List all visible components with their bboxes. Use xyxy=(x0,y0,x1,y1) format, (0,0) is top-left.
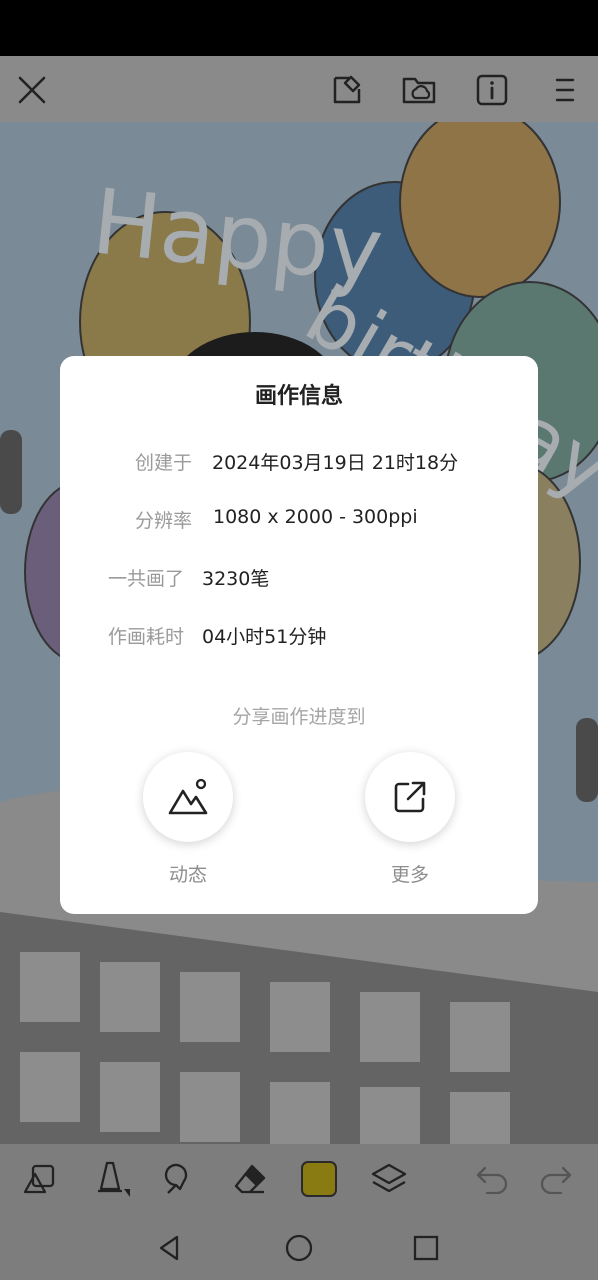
nav-home-button[interactable] xyxy=(279,1228,319,1268)
share-moments-button[interactable] xyxy=(143,752,233,842)
nav-back-button[interactable] xyxy=(150,1228,190,1268)
info-row-strokes: 一共画了 3230笔 xyxy=(60,564,538,604)
info-row-resolution: 分辨率 1080 x 2000 - 300ppi xyxy=(60,506,538,546)
smudge-tool-button[interactable] xyxy=(158,1157,202,1201)
artwork-info-dialog: 画作信息 创建于 2024年03月19日 21时18分 分辨率 1080 x 2… xyxy=(60,356,538,914)
export-button[interactable] xyxy=(324,68,368,112)
current-color-swatch xyxy=(301,1161,337,1197)
brush-tool-button[interactable] xyxy=(88,1157,132,1201)
brush-icon xyxy=(98,1161,130,1197)
recents-square-icon xyxy=(413,1235,439,1261)
shapes-tool-button[interactable] xyxy=(18,1157,62,1201)
mountain-image-icon xyxy=(168,778,208,815)
share-more-button[interactable] xyxy=(365,752,455,842)
home-circle-icon xyxy=(285,1234,313,1262)
status-bar xyxy=(0,0,598,56)
nav-recents-button[interactable] xyxy=(406,1228,446,1268)
info-button[interactable] xyxy=(470,68,514,112)
cloud-folder-icon xyxy=(402,77,436,104)
menu-icon xyxy=(555,78,575,102)
undo-icon xyxy=(476,1166,508,1194)
duration-label: 作画耗时 xyxy=(107,626,184,648)
left-side-handle[interactable] xyxy=(0,430,22,514)
share-moments-label: 动态 xyxy=(168,864,207,886)
dialog-title: 画作信息 xyxy=(254,384,343,409)
external-share-icon xyxy=(394,781,426,813)
redo-button[interactable] xyxy=(534,1157,578,1201)
share-more-label: 更多 xyxy=(390,864,429,886)
shapes-icon xyxy=(23,1164,55,1194)
export-icon xyxy=(333,75,361,104)
layers-icon xyxy=(371,1163,407,1193)
back-triangle-icon xyxy=(159,1235,179,1261)
system-nav-bar xyxy=(0,1214,598,1280)
undo-button[interactable] xyxy=(470,1157,514,1201)
close-icon xyxy=(18,76,46,104)
info-row-duration: 作画耗时 04小时51分钟 xyxy=(60,622,538,662)
info-row-created: 创建于 2024年03月19日 21时18分 xyxy=(60,448,538,488)
duration-value: 04小时51分钟 xyxy=(202,626,327,648)
smudge-icon xyxy=(164,1163,188,1194)
resolution-value: 1080 x 2000 - 300ppi xyxy=(213,506,418,528)
share-caption: 分享画作进度到 xyxy=(232,706,366,728)
eraser-icon xyxy=(234,1164,266,1194)
redo-icon xyxy=(540,1166,572,1194)
resolution-label: 分辨率 xyxy=(134,510,192,532)
strokes-label: 一共画了 xyxy=(107,568,184,590)
info-icon xyxy=(476,74,508,106)
close-button[interactable] xyxy=(10,68,54,112)
created-value: 2024年03月19日 21时18分 xyxy=(212,452,459,474)
right-side-handle[interactable] xyxy=(576,718,598,802)
menu-button[interactable] xyxy=(543,68,587,112)
created-label: 创建于 xyxy=(134,452,192,474)
eraser-tool-button[interactable] xyxy=(228,1157,272,1201)
color-picker-button[interactable] xyxy=(297,1157,341,1201)
strokes-value: 3230笔 xyxy=(202,568,270,590)
layers-button[interactable] xyxy=(367,1157,411,1201)
cloud-folder-button[interactable] xyxy=(397,68,441,112)
top-toolbar xyxy=(0,56,598,122)
drawing-toolbar xyxy=(0,1144,598,1214)
